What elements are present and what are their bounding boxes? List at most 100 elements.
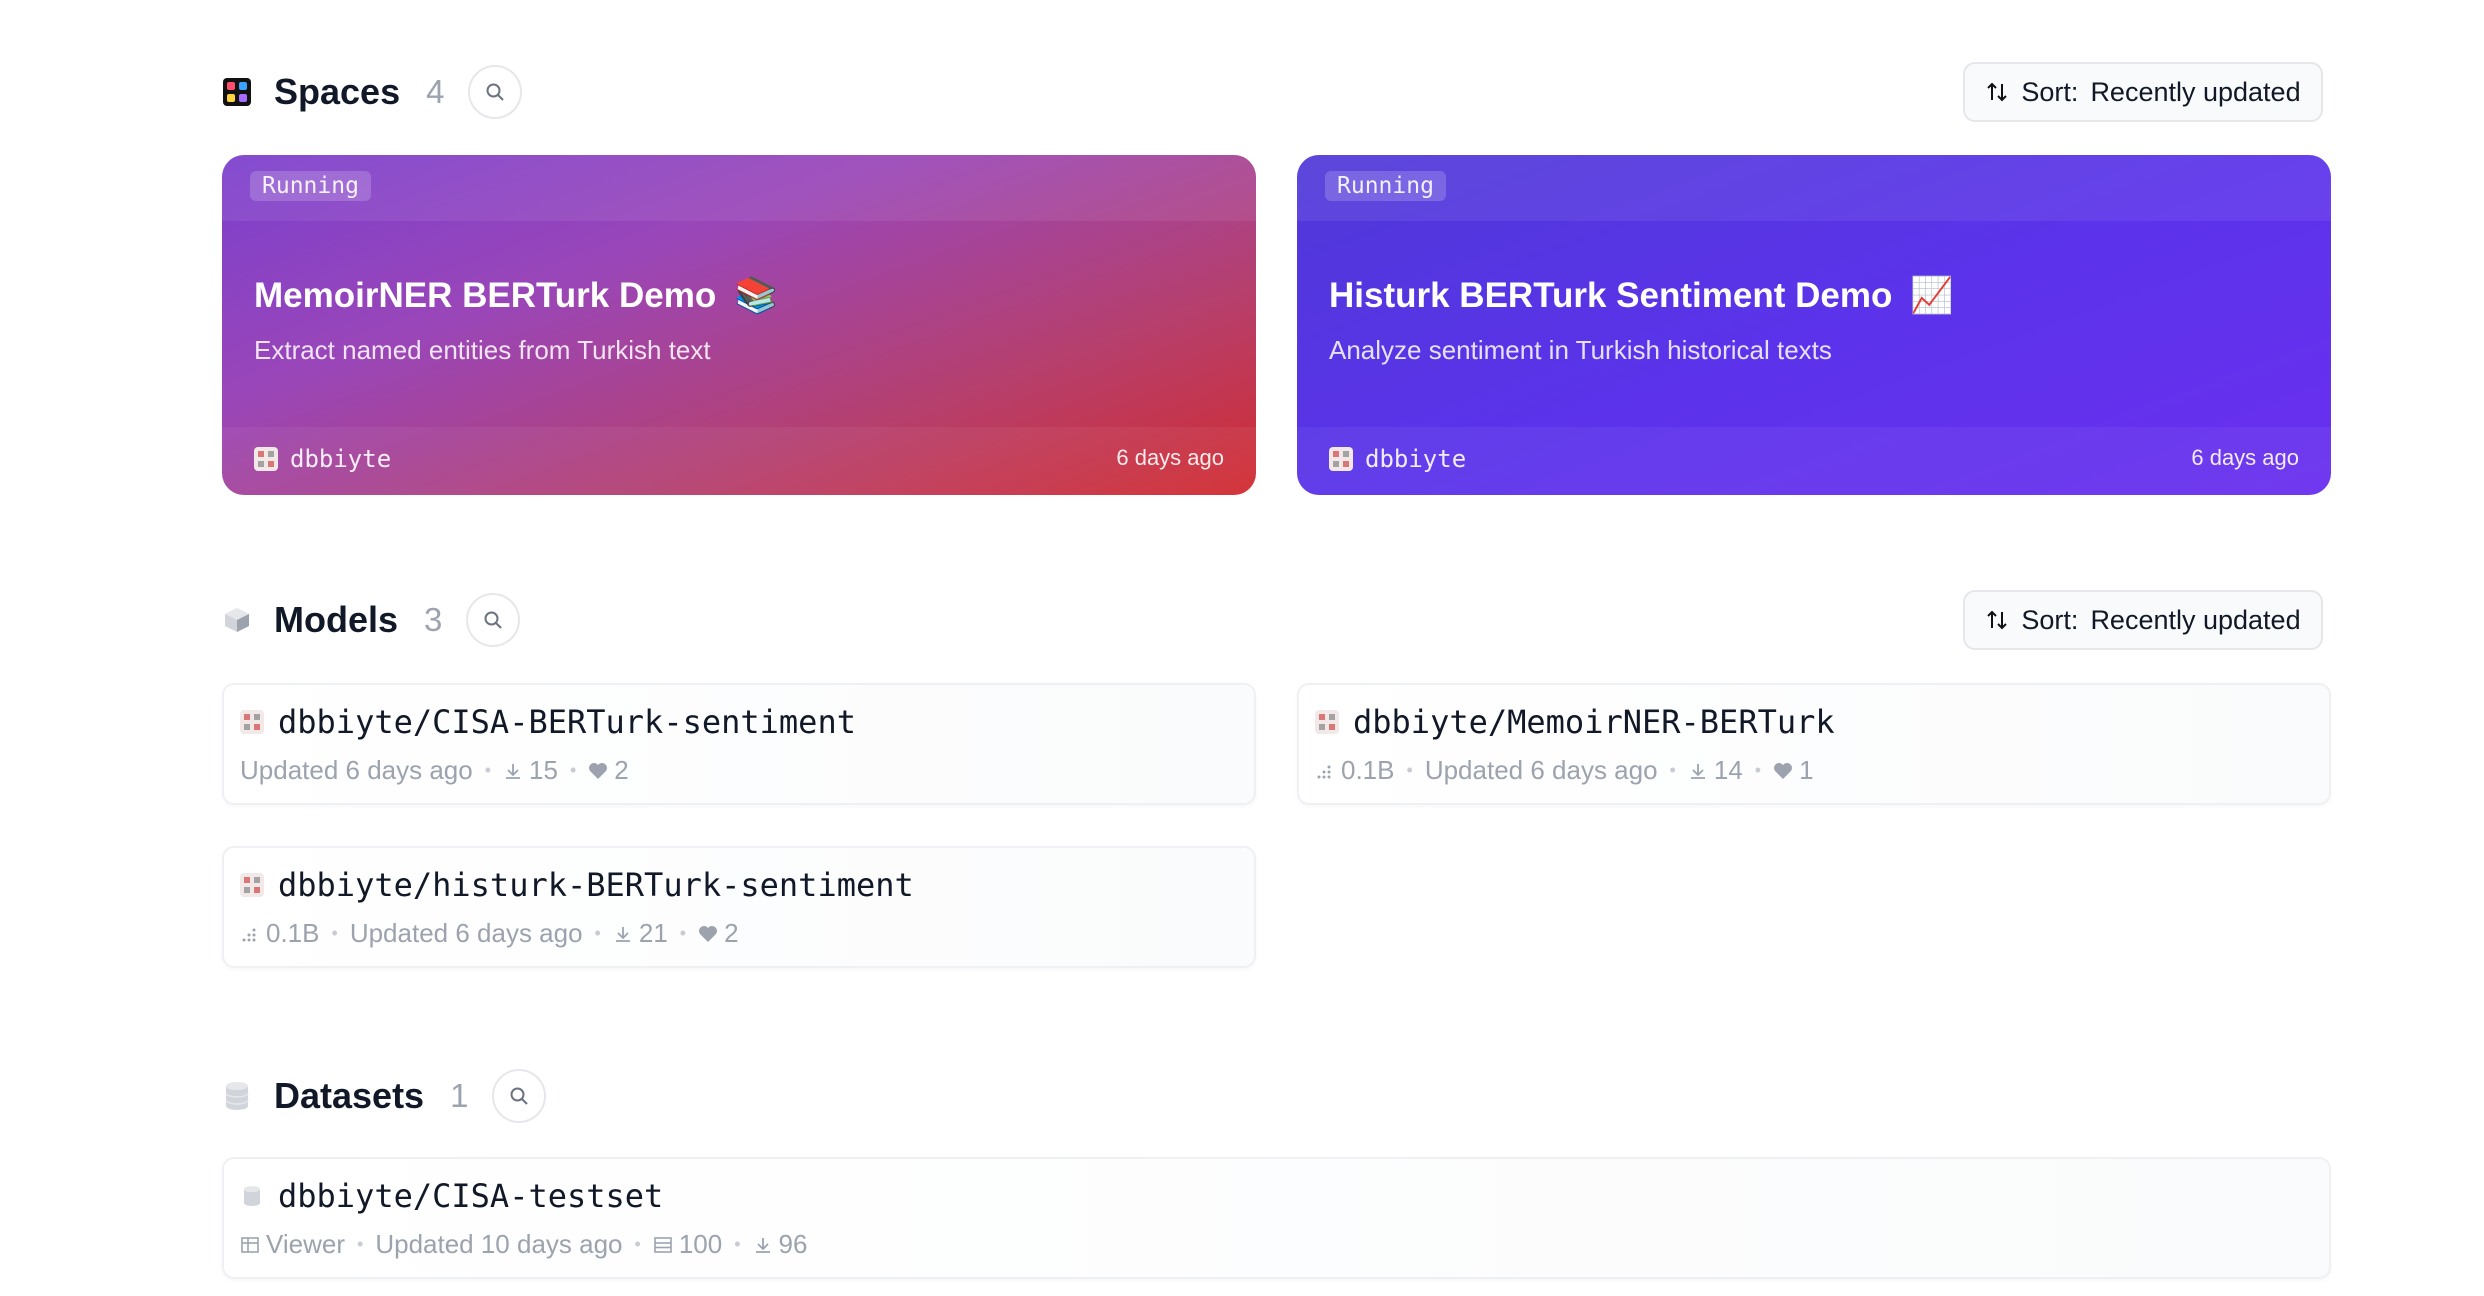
- like-count: 2: [614, 755, 629, 785]
- space-title-text: MemoirNER BERTurk Demo: [254, 275, 717, 315]
- dataset-card[interactable]: dbbiyte/CISA-testset Viewer • Updated 10…: [222, 1157, 2331, 1279]
- updated-text: Updated 6 days ago: [349, 918, 583, 948]
- database-icon: [244, 1186, 260, 1206]
- model-card[interactable]: dbbiyte/CISA-BERTurk-sentiment Updated 6…: [222, 683, 1256, 805]
- models-title: Models: [274, 599, 399, 640]
- avatar-icon: [240, 710, 264, 734]
- model-name-text: dbbiyte/histurk-BERTurk-sentiment: [278, 866, 914, 904]
- models-search-button[interactable]: [466, 593, 521, 647]
- sort-icon: [1987, 610, 2008, 630]
- download-count: 96: [778, 1229, 808, 1259]
- spaces-header: Spaces 4: [222, 62, 523, 122]
- separator: •: [634, 1234, 641, 1254]
- dataset-meta: Viewer • Updated 10 days ago • 100 • 96: [240, 1229, 807, 1260]
- status-badge: Running: [1325, 171, 1446, 201]
- updated-text: Updated 6 days ago: [1424, 755, 1658, 785]
- download-icon: [503, 761, 523, 781]
- row-count: 100: [678, 1229, 723, 1259]
- model-meta: Updated 6 days ago • 15 • 2: [240, 755, 629, 786]
- like-count: 1: [1799, 755, 1814, 785]
- download-count: 15: [529, 755, 558, 785]
- books-emoji-icon: 📚: [734, 276, 778, 315]
- avatar-icon: [1329, 447, 1353, 471]
- search-icon: [484, 611, 503, 629]
- model-name: dbbiyte/CISA-BERTurk-sentiment: [240, 703, 856, 741]
- card-topbar: [1297, 155, 2331, 221]
- card-topbar: [222, 155, 1256, 221]
- spaces-count: 4: [426, 73, 445, 110]
- separator: •: [357, 1234, 364, 1254]
- models-count: 3: [424, 601, 443, 638]
- download-icon: [1688, 761, 1708, 781]
- space-card[interactable]: Running MemoirNER BERTurk Demo 📚 Extract…: [222, 155, 1256, 495]
- params-icon: [240, 924, 260, 944]
- model-meta: 0.1B • Updated 6 days ago • 21 • 2: [240, 918, 739, 949]
- rows-icon: [653, 1236, 673, 1254]
- search-icon: [486, 83, 505, 101]
- heart-icon: [588, 762, 608, 780]
- download-count: 14: [1713, 755, 1743, 785]
- heart-icon: [698, 925, 718, 943]
- separator: •: [679, 923, 687, 943]
- spaces-sort-button[interactable]: Sort: Recently updated: [1963, 62, 2323, 122]
- param-count: 0.1B: [266, 918, 320, 948]
- separator: •: [594, 923, 601, 943]
- spaces-icon: [222, 77, 252, 107]
- spaces-search-button[interactable]: [468, 65, 523, 119]
- download-icon: [753, 1235, 773, 1255]
- model-cube-icon: [222, 605, 252, 635]
- avatar-icon: [240, 873, 264, 897]
- dataset-name: dbbiyte/CISA-testset: [240, 1177, 663, 1215]
- updated-text: Updated 6 days ago: [240, 755, 473, 785]
- owner-name: dbbiyte: [290, 445, 392, 473]
- database-icon: [222, 1081, 252, 1111]
- space-updated: 6 days ago: [1116, 445, 1224, 470]
- model-card[interactable]: dbbiyte/MemoirNER-BERTurk 0.1B • Updated…: [1297, 683, 2331, 805]
- params-icon: [1315, 761, 1335, 781]
- spaces-title: Spaces: [274, 71, 401, 112]
- sort-label: Sort:: [2021, 76, 2079, 107]
- separator: •: [1669, 760, 1676, 780]
- separator: •: [569, 760, 577, 780]
- separator: •: [1754, 760, 1762, 780]
- download-count: 21: [638, 918, 668, 948]
- model-name: dbbiyte/histurk-BERTurk-sentiment: [240, 866, 914, 904]
- space-description: Extract named entities from Turkish text: [254, 335, 711, 365]
- avatar-icon: [1315, 710, 1339, 734]
- model-name: dbbiyte/MemoirNER-BERTurk: [1315, 703, 1835, 741]
- datasets-count: 1: [450, 1077, 469, 1114]
- viewer-label[interactable]: Viewer: [266, 1229, 345, 1260]
- search-icon: [510, 1087, 529, 1105]
- table-icon: [240, 1236, 260, 1254]
- separator: •: [734, 1234, 741, 1254]
- separator: •: [331, 923, 338, 943]
- avatar-icon: [254, 447, 278, 471]
- status-badge: Running: [250, 171, 371, 201]
- updated-text: Updated 10 days ago: [375, 1229, 623, 1259]
- sort-icon: [1987, 82, 2008, 102]
- owner-name: dbbiyte: [1365, 445, 1467, 473]
- space-card[interactable]: Running Histurk BERTurk Sentiment Demo 📈…: [1297, 155, 2331, 495]
- model-card[interactable]: dbbiyte/histurk-BERTurk-sentiment 0.1B •…: [222, 846, 1256, 968]
- model-name-text: dbbiyte/CISA-BERTurk-sentiment: [278, 703, 856, 741]
- chart-emoji-icon: 📈: [1910, 276, 1954, 315]
- datasets-header: Datasets 1: [222, 1066, 547, 1126]
- datasets-search-button[interactable]: [492, 1069, 547, 1123]
- space-updated: 6 days ago: [2191, 445, 2299, 470]
- models-sort-button[interactable]: Sort: Recently updated: [1963, 590, 2323, 650]
- model-meta: 0.1B • Updated 6 days ago • 14 • 1: [1315, 755, 1814, 786]
- models-header: Models 3: [222, 590, 521, 650]
- space-owner[interactable]: dbbiyte: [1329, 445, 1466, 473]
- sort-value: Recently updated: [2090, 76, 2301, 107]
- sort-value: Recently updated: [2090, 604, 2301, 635]
- sort-label: Sort:: [2021, 604, 2079, 635]
- separator: •: [484, 760, 492, 780]
- space-title: MemoirNER BERTurk Demo 📚: [254, 275, 778, 316]
- separator: •: [1406, 760, 1413, 780]
- space-owner[interactable]: dbbiyte: [254, 445, 391, 473]
- space-title: Histurk BERTurk Sentiment Demo 📈: [1329, 275, 1954, 316]
- param-count: 0.1B: [1341, 755, 1395, 785]
- space-description: Analyze sentiment in Turkish historical …: [1329, 335, 1832, 365]
- space-title-text: Histurk BERTurk Sentiment Demo: [1329, 275, 1893, 315]
- heart-icon: [1773, 762, 1793, 780]
